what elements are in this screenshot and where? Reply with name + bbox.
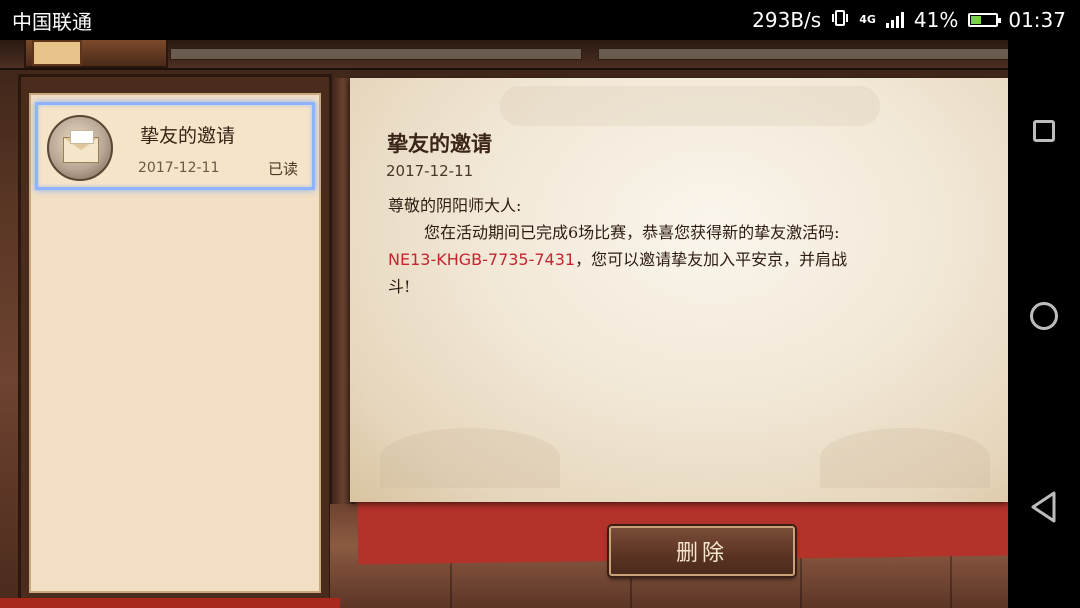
letter-line-2: NE13-KHGB-7735-7431，您可以邀请挚友加入平安京，并肩战 [388,246,948,273]
battery-icon [968,13,1002,27]
signal-icon [885,12,904,28]
network-type-label: 4G [859,13,876,26]
envelope-icon [47,115,113,181]
triangle-back-icon[interactable] [1029,490,1059,528]
carrier-label: 中国联通 [12,9,92,34]
bottom-trim [0,598,340,608]
letter-body: 尊敬的阴阳师大人: 您在活动期间已完成6场比赛，恭喜您获得新的挚友激活码: NE… [388,192,948,300]
mail-scene: 挚友的邀请 2017-12-11 已读 挚友的邀请 2017-12-11 尊敬的… [0,40,1008,608]
letter-line-2-text: ，您可以邀请挚友加入平安京，并肩战 [575,250,848,269]
invite-code[interactable]: NE13-KHGB-7735-7431 [388,250,575,269]
square-icon[interactable] [1033,120,1055,142]
letter-title: 挚友的邀请 [387,131,492,156]
battery-percent: 41% [913,8,959,32]
mail-emblem-icon [32,40,82,66]
status-bar: 中国联通 293B/s 4G 41% 01:37 [0,0,1080,40]
letter-greeting: 尊敬的阴阳师大人: [388,196,522,215]
mail-list: 挚友的邀请 2017-12-11 已读 [29,93,321,593]
vibrate-icon [831,8,849,32]
letter-date: 2017-12-11 [386,162,474,180]
mail-list-item[interactable]: 挚友的邀请 2017-12-11 已读 [35,102,315,190]
letter-panel: 挚友的邀请 2017-12-11 尊敬的阴阳师大人: 您在活动期间已完成6场比赛… [350,78,1008,502]
mail-item-title: 挚友的邀请 [140,125,236,147]
clock: 01:37 [1008,8,1066,32]
letter-line-3: 斗! [388,277,411,296]
net-speed: 293B/s [752,8,822,32]
mail-header-tab [24,40,168,68]
status-icons: 293B/s 4G 41% 01:37 [752,8,1066,32]
letter-line-1: 您在活动期间已完成6场比赛，恭喜您获得新的挚友激活码: [424,223,840,242]
mail-item-date: 2017-12-11 [138,160,220,176]
delete-button[interactable]: 删除 [609,526,795,576]
mail-list-panel: 挚友的邀请 2017-12-11 已读 [18,74,332,606]
network-4g-icon: 4G [859,13,876,26]
circle-icon[interactable] [1030,302,1058,330]
mail-item-status: 已读 [267,160,298,178]
navigation-bar [1008,40,1080,608]
